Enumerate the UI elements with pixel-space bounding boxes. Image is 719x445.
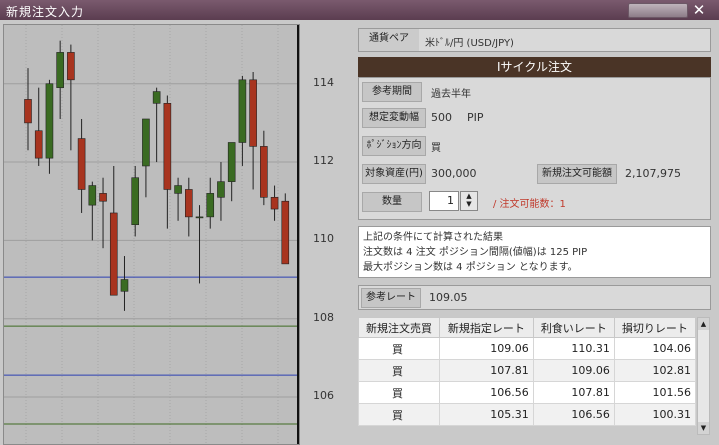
quantity-stepper[interactable]: ▲ ▼ <box>460 191 478 211</box>
qty-note: / 注文可能数：1 <box>493 199 566 210</box>
cell-stop-loss: 102.81 <box>613 359 697 382</box>
candle-body <box>120 279 129 292</box>
period-value[interactable]: 過去半年 <box>431 85 471 100</box>
scroll-down-icon[interactable]: ▼ <box>698 422 709 434</box>
candle-body <box>270 196 279 210</box>
axis-tick-label: 108 <box>313 310 334 324</box>
candle-body <box>163 103 172 190</box>
cell-side: 買 <box>357 403 441 426</box>
orders-scrollbar[interactable]: ▲ ▼ <box>697 317 710 435</box>
cell-entry-rate: 107.81 <box>439 359 534 382</box>
result-line-3: 最大ポジション数は 4 ポジション となります。 <box>363 262 578 273</box>
range-unit: PIP <box>467 111 484 124</box>
candle-body <box>24 99 32 124</box>
direction-value[interactable]: 買 <box>431 139 441 154</box>
candle-body <box>152 91 161 104</box>
cell-entry-rate: 106.56 <box>439 381 534 404</box>
col-entry-rate[interactable]: 新規指定レート <box>439 317 534 338</box>
result-line-1: 上記の条件にて計算された結果 <box>363 232 503 243</box>
candle-body <box>238 79 247 143</box>
axis-tick-label: 110 <box>313 232 334 246</box>
cell-take-profit: 106.56 <box>532 403 615 426</box>
available-label: 新規注文可能額 <box>537 164 617 184</box>
cell-stop-loss: 101.56 <box>613 381 697 404</box>
cell-stop-loss: 104.06 <box>613 337 697 360</box>
candle-body <box>99 193 107 202</box>
cell-side: 買 <box>357 359 441 382</box>
cell-entry-rate: 105.31 <box>439 403 534 426</box>
pair-row: 通貨ペア 米ﾄﾞﾙ/円 (USD/JPY) <box>358 28 711 52</box>
candlestick-chart <box>4 25 299 444</box>
candle-body <box>185 189 193 218</box>
result-line-2: 注文数は 4 注文 ポジション間隔(値幅)は 125 PIP <box>363 247 588 258</box>
cell-entry-rate: 109.06 <box>439 337 534 360</box>
result-box: 上記の条件にて計算された結果 注文数は 4 注文 ポジション間隔(値幅)は 12… <box>358 226 711 278</box>
candle-body <box>109 212 118 296</box>
cell-side: 買 <box>357 337 441 360</box>
axis-tick-label: 114 <box>313 75 334 89</box>
candle-body <box>281 200 290 265</box>
candle-body <box>260 146 268 198</box>
col-stop-loss[interactable]: 損切りレート <box>613 317 697 338</box>
available-value: 2,107,975 <box>625 167 681 180</box>
table-row[interactable]: 買 106.56 107.81 101.56 <box>357 381 697 404</box>
candle-body <box>227 142 236 182</box>
range-value[interactable]: 500 <box>431 111 452 124</box>
quantity-input[interactable]: 1 <box>429 191 459 211</box>
scroll-up-icon[interactable]: ▲ <box>698 318 709 330</box>
candle-body <box>56 52 64 88</box>
candle-body <box>88 185 97 206</box>
col-take-profit[interactable]: 利食いレート <box>532 317 615 338</box>
col-side[interactable]: 新規注文売買 <box>357 317 441 338</box>
cycle-form: 参考期間 過去半年 想定変動幅 500 PIP ﾎﾟｼﾞｼｮﾝ方向 買 対象資産… <box>358 77 711 220</box>
qty-label: 数量 <box>362 192 422 212</box>
ref-rate-row: 参考レート 109.05 <box>358 285 711 310</box>
direction-label: ﾎﾟｼﾞｼｮﾝ方向 <box>362 136 426 156</box>
assets-value[interactable]: 300,000 <box>431 167 477 180</box>
close-icon[interactable]: ✕ <box>690 1 708 19</box>
window-title: 新規注文入力 <box>6 5 85 19</box>
cycle-order-header: Iサイクル注文 <box>358 57 711 77</box>
cell-stop-loss: 100.31 <box>613 403 697 426</box>
candle-body <box>217 181 225 198</box>
orders-table: 新規注文売買 新規指定レート 利食いレート 損切りレート 買 109.06 11… <box>357 317 697 426</box>
table-row[interactable]: 買 109.06 110.31 104.06 <box>357 337 697 360</box>
chevron-down-icon[interactable]: ▼ <box>461 200 477 208</box>
candle-body <box>206 193 215 218</box>
table-row[interactable]: 買 105.31 106.56 100.31 <box>357 403 697 426</box>
price-axis: 114 112 110 108 106 <box>301 24 354 445</box>
ref-rate-value: 109.05 <box>429 291 468 304</box>
candle-body <box>67 52 75 81</box>
candle-body <box>131 177 139 226</box>
candle-body <box>174 185 182 194</box>
candle-body <box>195 216 204 219</box>
candle-body <box>34 130 43 159</box>
table-header-row: 新規注文売買 新規指定レート 利食いレート 損切りレート <box>357 317 697 338</box>
titlebar-button[interactable] <box>628 3 688 18</box>
pair-value: 米ﾄﾞﾙ/円 (USD/JPY) <box>425 38 514 49</box>
assets-label: 対象資産(円) <box>362 164 426 184</box>
candle-body <box>45 83 54 159</box>
ref-rate-label: 参考レート <box>361 288 421 308</box>
cell-take-profit: 109.06 <box>532 359 615 382</box>
table-row[interactable]: 買 107.81 109.06 102.81 <box>357 359 697 382</box>
cell-side: 買 <box>357 381 441 404</box>
range-label: 想定変動幅 <box>362 108 426 128</box>
price-chart <box>3 24 300 445</box>
candle-body <box>249 79 257 147</box>
period-label: 参考期間 <box>362 82 422 102</box>
chevron-up-icon[interactable]: ▲ <box>461 192 477 200</box>
pair-label: 通貨ペア <box>359 29 419 51</box>
cell-take-profit: 110.31 <box>532 337 615 360</box>
candle-body <box>142 118 150 167</box>
window-titlebar: 新規注文入力 ✕ <box>0 0 719 20</box>
axis-tick-label: 112 <box>313 154 334 168</box>
cell-take-profit: 107.81 <box>532 381 615 404</box>
candle-body <box>77 138 86 190</box>
axis-tick-label: 106 <box>313 389 334 402</box>
